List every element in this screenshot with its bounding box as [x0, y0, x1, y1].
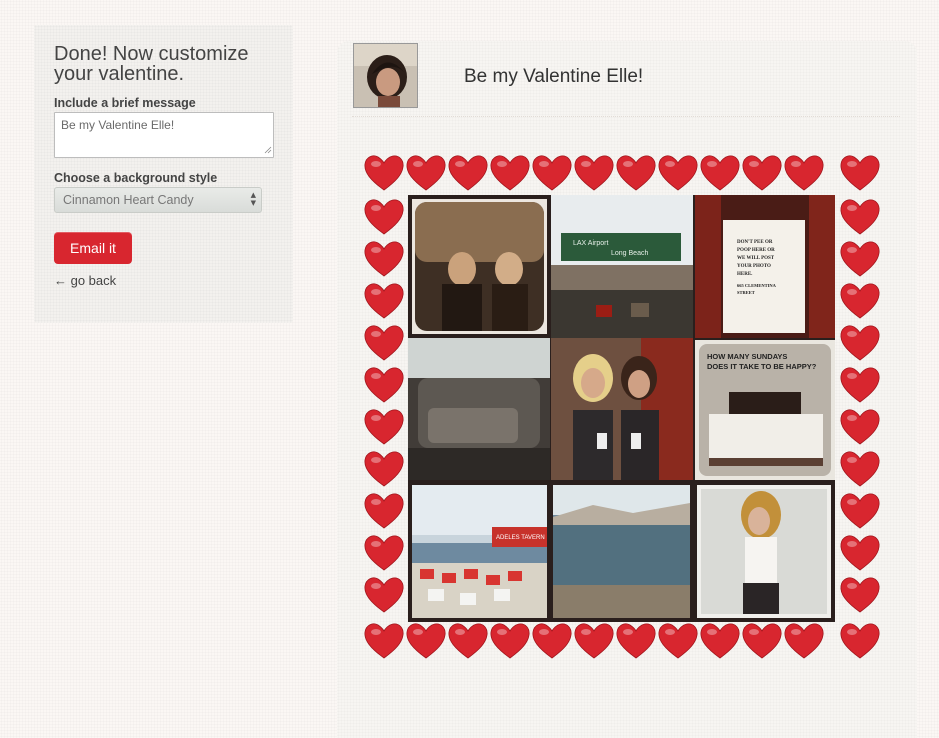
photo-collage: LAX Airport Long Beach DON'T PEE OR POOP… — [408, 195, 835, 622]
background-style-value: Cinnamon Heart Candy — [63, 193, 194, 207]
heart-icon — [784, 623, 824, 659]
svg-text:DOES IT TAKE TO BE HAPPY?: DOES IT TAKE TO BE HAPPY? — [707, 362, 817, 371]
svg-text:665 CLEMENTINA: 665 CLEMENTINA — [737, 283, 777, 288]
heart-icon — [700, 155, 740, 191]
heart-icon — [840, 493, 880, 529]
heart-icon — [840, 535, 880, 571]
heart-icon — [616, 155, 656, 191]
heart-icon — [364, 155, 404, 191]
heart-icon — [448, 155, 488, 191]
heart-icon — [840, 409, 880, 445]
email-button[interactable]: Email it — [54, 232, 132, 264]
svg-text:HERE.: HERE. — [737, 272, 753, 277]
heart-icon — [490, 155, 530, 191]
heart-icon — [840, 199, 880, 235]
avatar — [353, 43, 418, 108]
valentine-title: Be my Valentine Elle! — [464, 66, 644, 87]
svg-text:LAX Airport: LAX Airport — [573, 240, 608, 247]
heart-icon — [840, 283, 880, 319]
heart-icon — [784, 155, 824, 191]
heart-icon — [840, 451, 880, 487]
heart-icon — [364, 325, 404, 361]
photo-tile — [551, 338, 693, 480]
heart-icon — [840, 623, 880, 659]
heart-icon — [616, 623, 656, 659]
heart-icon — [574, 155, 614, 191]
panel-heading: Done! Now customize your valentine. — [54, 43, 249, 85]
photo-tile: HOW MANY SUNDAYS DOES IT TAKE TO BE HAPP… — [695, 340, 835, 480]
svg-text:WE WILL POST: WE WILL POST — [737, 256, 775, 261]
photo-tile — [412, 199, 547, 334]
heart-icon — [364, 367, 404, 403]
background-label: Choose a background style — [54, 171, 218, 185]
heart-icon — [742, 155, 782, 191]
heart-icon — [840, 155, 880, 191]
go-back-link[interactable]: ← go back — [54, 273, 116, 288]
svg-text:POOP HERE OR: POOP HERE OR — [737, 248, 775, 253]
heart-icon — [840, 325, 880, 361]
heart-icon — [742, 623, 782, 659]
heart-icon — [658, 155, 698, 191]
heart-icon — [532, 155, 572, 191]
heart-icon — [364, 623, 404, 659]
photo-tile — [553, 485, 690, 618]
photo-tile — [408, 338, 550, 480]
svg-text:YOUR PHOTO: YOUR PHOTO — [737, 264, 771, 269]
svg-text:Long Beach: Long Beach — [611, 250, 648, 257]
heart-icon — [364, 535, 404, 571]
heart-icon — [364, 241, 404, 277]
heart-icon — [532, 623, 572, 659]
svg-text:STREET: STREET — [737, 290, 755, 295]
avatar-photo — [354, 44, 417, 107]
heart-icon — [364, 199, 404, 235]
select-arrows-icon: ▲ ▼ — [250, 191, 256, 207]
heart-icon — [448, 623, 488, 659]
heart-icon — [406, 623, 446, 659]
heart-icon — [658, 623, 698, 659]
photo-tile: LAX Airport Long Beach — [551, 195, 693, 338]
heart-icon — [364, 577, 404, 613]
customize-panel: Done! Now customize your valentine. Incl… — [34, 25, 293, 323]
svg-text:HOW MANY SUNDAYS: HOW MANY SUNDAYS — [707, 352, 787, 361]
heart-icon — [840, 577, 880, 613]
photo-tile: ADELES TAVERN — [412, 485, 547, 618]
heart-icon — [364, 283, 404, 319]
heart-icon — [364, 409, 404, 445]
background-style-select[interactable]: Cinnamon Heart Candy ▲ ▼ — [54, 187, 262, 213]
photo-tile — [697, 485, 831, 618]
heart-icon — [840, 241, 880, 277]
card-divider — [352, 116, 900, 117]
photo-tile: DON'T PEE OR POOP HERE OR WE WILL POST Y… — [695, 195, 835, 338]
heart-icon — [490, 623, 530, 659]
heart-icon — [364, 493, 404, 529]
heart-icon — [364, 451, 404, 487]
resize-grip-icon[interactable] — [264, 146, 272, 154]
heart-icon — [574, 623, 614, 659]
svg-text:DON'T PEE OR: DON'T PEE OR — [737, 240, 773, 245]
message-field[interactable] — [54, 112, 274, 158]
heart-icon — [406, 155, 446, 191]
svg-text:ADELES TAVERN: ADELES TAVERN — [496, 535, 545, 541]
heart-icon — [700, 623, 740, 659]
message-label: Include a brief message — [54, 96, 196, 110]
heart-icon — [840, 367, 880, 403]
